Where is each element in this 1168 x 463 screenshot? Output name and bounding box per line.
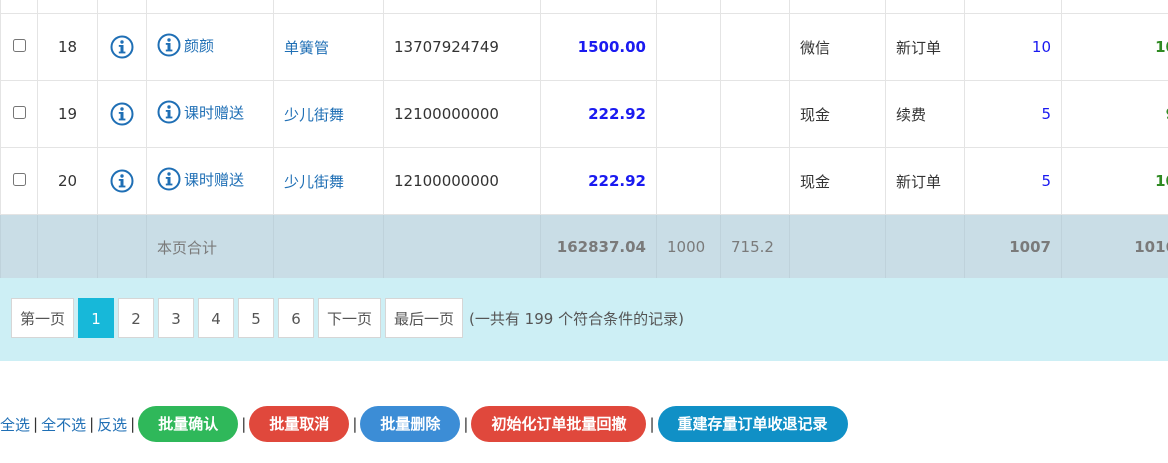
cell-7 xyxy=(656,13,721,81)
cell-8 xyxy=(720,13,790,81)
table-row: 19 课时赠送 少儿街舞 12100000000 222.92 现金 续费 5 … xyxy=(0,80,1168,148)
row-number: 18 xyxy=(37,13,98,81)
total-quantity-cell: 10 xyxy=(1061,147,1168,215)
invert-selection-link[interactable]: 反选 xyxy=(97,414,127,435)
info-circle-icon[interactable] xyxy=(157,167,181,191)
first-page-button[interactable]: 第一页 xyxy=(11,298,75,338)
info-circle-icon[interactable] xyxy=(157,100,181,124)
page-2-button[interactable]: 2 xyxy=(118,298,155,338)
phone-cell: 12100000000 xyxy=(383,147,541,215)
cell-7 xyxy=(656,147,721,215)
record-count-text: (一共有 199 个符合条件的记录) xyxy=(469,309,684,328)
pagination: 第一页 1 2 3 4 5 6 下一页 最后一页 (一共有 199 个符合条件的… xyxy=(11,298,684,338)
amount-cell: 222.92 xyxy=(540,147,657,215)
next-page-button[interactable]: 下一页 xyxy=(318,298,382,338)
summary-row: 本页合计 162837.04 1000 715.2 1007 1016 xyxy=(0,214,1168,280)
order-type-cell: 新订单 xyxy=(885,13,965,81)
info-circle-icon[interactable] xyxy=(157,33,181,57)
course-link[interactable]: 少儿街舞 xyxy=(273,147,384,215)
page-1-button[interactable]: 1 xyxy=(78,298,115,338)
info-circle-icon[interactable] xyxy=(110,102,134,126)
info-circle-icon[interactable] xyxy=(110,169,134,193)
pagination-bar: 第一页 1 2 3 4 5 6 下一页 最后一页 (一共有 199 个符合条件的… xyxy=(0,278,1168,361)
select-none-link[interactable]: 全不选 xyxy=(41,414,86,435)
separator: | xyxy=(130,415,136,433)
separator: | xyxy=(463,415,469,433)
summary-amount: 162837.04 xyxy=(540,214,657,280)
cell-8 xyxy=(720,147,790,215)
batch-cancel-button[interactable]: 批量取消 xyxy=(249,406,350,442)
student-name-link[interactable]: 课时赠送 xyxy=(184,169,244,190)
table-row: 20 课时赠送 少儿街舞 12100000000 222.92 现金 新订单 5… xyxy=(0,147,1168,215)
separator: | xyxy=(89,415,95,433)
cell-8 xyxy=(720,80,790,148)
order-type-cell: 新订单 xyxy=(885,147,965,215)
batch-actions: 全选 | 全不选 | 反选 | 批量确认 | 批量取消 | 批量删除 | 初始化… xyxy=(0,405,848,443)
row-number: 19 xyxy=(37,80,98,148)
summary-total-quantity: 1016 xyxy=(1061,214,1168,280)
quantity-cell: 5 xyxy=(964,80,1062,148)
page-6-button[interactable]: 6 xyxy=(278,298,315,338)
row-checkbox[interactable] xyxy=(12,173,26,186)
separator: | xyxy=(352,415,358,433)
page-4-button[interactable]: 4 xyxy=(198,298,235,338)
row-checkbox[interactable] xyxy=(12,106,26,119)
select-all-link[interactable]: 全选 xyxy=(0,414,30,435)
batch-delete-button[interactable]: 批量删除 xyxy=(360,406,461,442)
summary-col8: 715.2 xyxy=(720,214,790,280)
row-checkbox[interactable] xyxy=(12,39,26,52)
payment-method-cell: 现金 xyxy=(789,147,886,215)
rebuild-records-button[interactable]: 重建存量订单收退记录 xyxy=(657,406,848,442)
row-number: 20 xyxy=(37,147,98,215)
summary-col7: 1000 xyxy=(656,214,721,280)
last-page-button[interactable]: 最后一页 xyxy=(385,298,464,338)
batch-confirm-button[interactable]: 批量确认 xyxy=(138,406,239,442)
cell-7 xyxy=(656,80,721,148)
info-circle-icon[interactable] xyxy=(110,35,134,59)
separator: | xyxy=(33,415,39,433)
page-3-button[interactable]: 3 xyxy=(158,298,195,338)
payment-method-cell: 微信 xyxy=(789,13,886,81)
phone-cell: 13707924749 xyxy=(383,13,541,81)
separator: | xyxy=(649,415,655,433)
quantity-cell: 10 xyxy=(964,13,1062,81)
total-quantity-cell: 9 xyxy=(1061,80,1168,148)
amount-cell: 222.92 xyxy=(540,80,657,148)
phone-cell: 12100000000 xyxy=(383,80,541,148)
student-name-link[interactable]: 颜颜 xyxy=(184,35,214,56)
batch-reset-button[interactable]: 初始化订单批量回撤 xyxy=(471,406,647,442)
student-name-link[interactable]: 课时赠送 xyxy=(184,102,244,123)
amount-cell: 1500.00 xyxy=(540,13,657,81)
total-quantity-cell: 10 xyxy=(1061,13,1168,81)
quantity-cell: 5 xyxy=(964,147,1062,215)
table-row-partial xyxy=(0,0,1168,14)
page-5-button[interactable]: 5 xyxy=(238,298,275,338)
summary-label: 本页合计 xyxy=(146,214,274,280)
summary-quantity: 1007 xyxy=(964,214,1062,280)
orders-table: 18 颜颜 单簧管 13707924749 1500.00 微信 新订单 10 … xyxy=(0,0,1168,280)
course-link[interactable]: 单簧管 xyxy=(273,13,384,81)
table-row: 18 颜颜 单簧管 13707924749 1500.00 微信 新订单 10 … xyxy=(0,13,1168,81)
separator: | xyxy=(241,415,247,433)
order-type-cell: 续费 xyxy=(885,80,965,148)
payment-method-cell: 现金 xyxy=(789,80,886,148)
course-link[interactable]: 少儿街舞 xyxy=(273,80,384,148)
